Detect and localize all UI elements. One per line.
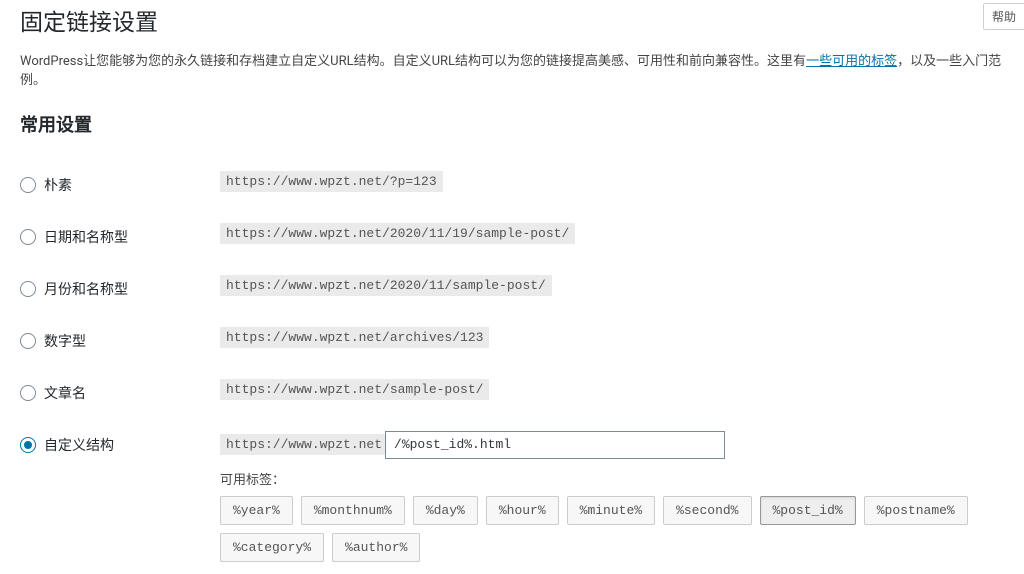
option-month-name-url: https://www.wpzt.net/2020/11/sample-post… <box>220 275 552 296</box>
option-post-name-label: 文章名 <box>44 383 86 403</box>
help-button[interactable]: 帮助 <box>983 3 1024 30</box>
section-heading: 常用设置 <box>20 111 1004 137</box>
available-tags-label: 可用标签： <box>220 469 994 488</box>
available-tags-link[interactable]: 一些可用的标签 <box>806 54 897 69</box>
option-post-name-url: https://www.wpzt.net/sample-post/ <box>220 379 489 400</box>
option-post-name[interactable]: 文章名 <box>20 383 210 403</box>
option-plain[interactable]: 朴素 <box>20 175 210 195</box>
custom-base-url: https://www.wpzt.net <box>220 434 388 455</box>
tag-button[interactable]: %second% <box>663 496 751 525</box>
radio-numeric[interactable] <box>20 333 36 349</box>
tag-button[interactable]: %minute% <box>567 496 655 525</box>
radio-plain[interactable] <box>20 177 36 193</box>
tag-button[interactable]: %year% <box>220 496 293 525</box>
option-plain-label: 朴素 <box>44 175 72 195</box>
radio-day-name[interactable] <box>20 229 36 245</box>
tag-button[interactable]: %hour% <box>486 496 559 525</box>
option-numeric-label: 数字型 <box>44 331 86 351</box>
option-day-name-url: https://www.wpzt.net/2020/11/19/sample-p… <box>220 223 575 244</box>
option-day-name-label: 日期和名称型 <box>44 227 128 247</box>
option-day-name[interactable]: 日期和名称型 <box>20 227 210 247</box>
custom-structure-input[interactable] <box>385 431 725 459</box>
tag-button[interactable]: %postname% <box>864 496 968 525</box>
page-title: 固定链接设置 <box>20 0 1004 42</box>
page-description: WordPress让您能够为您的永久链接和存档建立自定义URL结构。自定义URL… <box>20 52 1004 91</box>
tag-button[interactable]: %post_id% <box>760 496 856 525</box>
option-custom-label: 自定义结构 <box>44 435 114 455</box>
radio-post-name[interactable] <box>20 385 36 401</box>
option-month-name[interactable]: 月份和名称型 <box>20 279 210 299</box>
tag-button[interactable]: %monthnum% <box>301 496 405 525</box>
radio-custom[interactable] <box>20 437 36 453</box>
radio-month-name[interactable] <box>20 281 36 297</box>
tag-buttons-container: %year% %monthnum% %day% %hour% %minute% %seco… <box>220 496 994 562</box>
tag-button[interactable]: %day% <box>413 496 478 525</box>
option-plain-url: https://www.wpzt.net/?p=123 <box>220 171 443 192</box>
option-numeric[interactable]: 数字型 <box>20 331 210 351</box>
option-numeric-url: https://www.wpzt.net/archives/123 <box>220 327 489 348</box>
description-text-before: WordPress让您能够为您的永久链接和存档建立自定义URL结构。自定义URL… <box>20 54 806 69</box>
option-custom[interactable]: 自定义结构 <box>20 435 210 455</box>
option-month-name-label: 月份和名称型 <box>44 279 128 299</box>
